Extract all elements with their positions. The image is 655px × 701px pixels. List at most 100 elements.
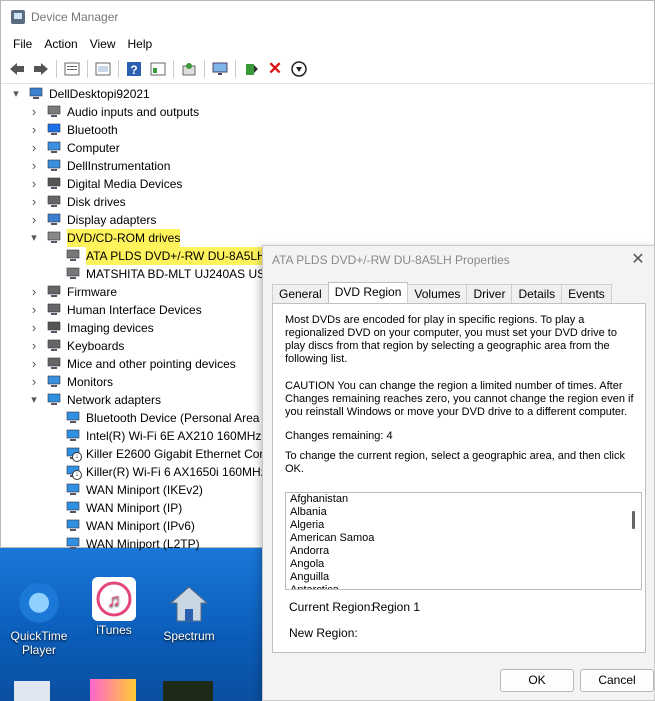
network-icon [66,519,80,532]
dvd-icon [47,231,61,244]
desktop-app-icon[interactable] [90,679,136,701]
svg-text:?: ? [130,63,137,77]
menu-file[interactable]: File [7,37,38,51]
forward-icon[interactable] [31,59,51,79]
network-warn-icon: ↓ [66,465,82,480]
tree-item-label: Intel(R) Wi-Fi 6E AX210 160MHz [86,429,262,443]
tab-details[interactable]: Details [511,284,563,304]
collapse-arrow-icon[interactable]: ▾ [29,229,39,247]
tab-dvd-region[interactable]: DVD Region [327,282,409,304]
tree-item-label: DVD/CD-ROM drives [67,229,181,247]
tree-item[interactable]: › Disk drives [1,193,655,211]
tree-item-label: Firmware [67,285,117,299]
itunes-icon: ♫ [92,577,136,621]
network-icon [66,501,80,514]
tree-item[interactable]: › DellInstrumentation [1,157,655,175]
quicktime-icon [17,583,61,627]
tree-item-label: ATA PLDS DVD+/-RW DU-8A5LH [86,247,266,265]
cancel-button[interactable]: Cancel [580,669,654,692]
tree-item-label: Monitors [67,375,114,389]
region-list-item[interactable]: Albania [286,506,641,519]
expand-arrow-icon[interactable]: › [29,103,39,121]
tab-general[interactable]: General [272,284,329,304]
expand-arrow-icon[interactable]: › [29,175,39,193]
menu-help[interactable]: Help [122,37,159,51]
instruction-text: To change the current region, select a g… [285,450,625,475]
svg-text:♫: ♫ [107,590,121,610]
expand-arrow-icon[interactable]: › [29,157,39,175]
uninstall-icon[interactable]: ✕ [265,59,285,79]
tree-item-label: WAN Miniport (IPv6) [86,519,195,533]
tab-volumes[interactable]: Volumes [407,284,468,304]
tree-item-label: WAN Miniport (IKEv2) [86,483,203,497]
listbox-scrollbar[interactable] [632,511,635,529]
quicktime-shortcut[interactable]: QuickTime Player [2,583,76,657]
show-hidden-icon[interactable] [148,59,168,79]
keyboard-icon [47,339,61,352]
region-listbox[interactable]: Afghanistan Albania Algeria American Samoa A… [285,492,642,590]
expand-arrow-icon[interactable]: › [29,283,39,301]
expand-arrow-icon[interactable]: › [29,355,39,373]
tab-events[interactable]: Events [561,284,612,304]
region-list-item[interactable]: Antarctica [286,584,641,589]
collapse-arrow-icon[interactable]: ▾ [11,85,21,103]
tree-item-label: DellDesktopi92021 [49,87,150,101]
spectrum-shortcut[interactable]: Spectrum [152,583,226,643]
current-region-label: Current Region: [289,600,374,614]
region-list-item[interactable]: Angola [286,558,641,571]
tree-item[interactable]: › Digital Media Devices [1,175,655,193]
tree-item-label: WAN Miniport (IP) [86,501,183,515]
expand-arrow-icon[interactable]: › [29,319,39,337]
region-list-item[interactable]: Anguilla [286,571,641,584]
tree-item[interactable]: › Display adapters [1,211,655,229]
collapse-arrow-icon[interactable]: ▾ [29,391,39,409]
expand-arrow-icon[interactable]: › [29,337,39,355]
network-warn-icon: ↓ [66,447,82,462]
help-icon[interactable]: ? [124,59,144,79]
enable-icon[interactable] [241,59,261,79]
expand-arrow-icon[interactable]: › [29,373,39,391]
back-icon[interactable] [7,59,27,79]
close-icon[interactable]: ✕ [628,246,648,274]
expand-arrow-icon[interactable]: › [29,193,39,211]
tree-item[interactable]: › Audio inputs and outputs [1,103,655,121]
tree-item-label: Audio inputs and outputs [67,105,200,119]
download-icon[interactable] [289,59,309,79]
expand-arrow-icon[interactable]: › [29,211,39,229]
update-icon[interactable] [93,59,113,79]
itunes-label: iTunes [96,623,132,637]
current-region-value: Region 1 [372,600,421,614]
region-list-item[interactable]: Algeria [286,519,641,532]
ok-button[interactable]: OK [500,669,574,692]
expand-arrow-icon[interactable]: › [29,301,39,319]
tree-item[interactable]: › Bluetooth [1,121,655,139]
region-list-item[interactable]: Andorra [286,545,641,558]
spectrum-label: Spectrum [163,629,215,643]
media-icon [47,177,61,190]
tree-item[interactable]: › Computer [1,139,655,157]
computer-icon [29,87,43,100]
tab-driver[interactable]: Driver [466,284,513,304]
network-icon [66,483,80,496]
tree-item-label: Network adapters [67,393,162,407]
monitor-icon[interactable] [210,59,230,79]
network-icon [47,393,61,406]
tree-item-label: Keyboards [67,339,125,353]
itunes-shortcut[interactable]: ♫ iTunes [77,577,151,637]
tree-item[interactable]: ▾ DellDesktopi92021 [1,85,655,103]
menu-view[interactable]: View [84,37,122,51]
scan-icon[interactable] [179,59,199,79]
intro-text: Most DVDs are encoded for play in specif… [285,314,617,365]
device-manager-icon [11,10,25,24]
region-list-item[interactable]: Afghanistan [286,493,641,506]
properties-icon[interactable] [62,59,82,79]
mouse-icon [47,357,61,370]
quicktime-label: QuickTime Player [10,629,68,657]
menu-action[interactable]: Action [38,37,83,51]
expand-arrow-icon[interactable]: › [29,139,39,157]
nvidia-icon[interactable] [163,681,213,701]
expand-arrow-icon[interactable]: › [29,121,39,139]
region-list-item[interactable]: American Samoa [286,532,641,545]
desktop-app-icon[interactable] [14,681,50,701]
tree-item-label: Display adapters [67,213,157,227]
